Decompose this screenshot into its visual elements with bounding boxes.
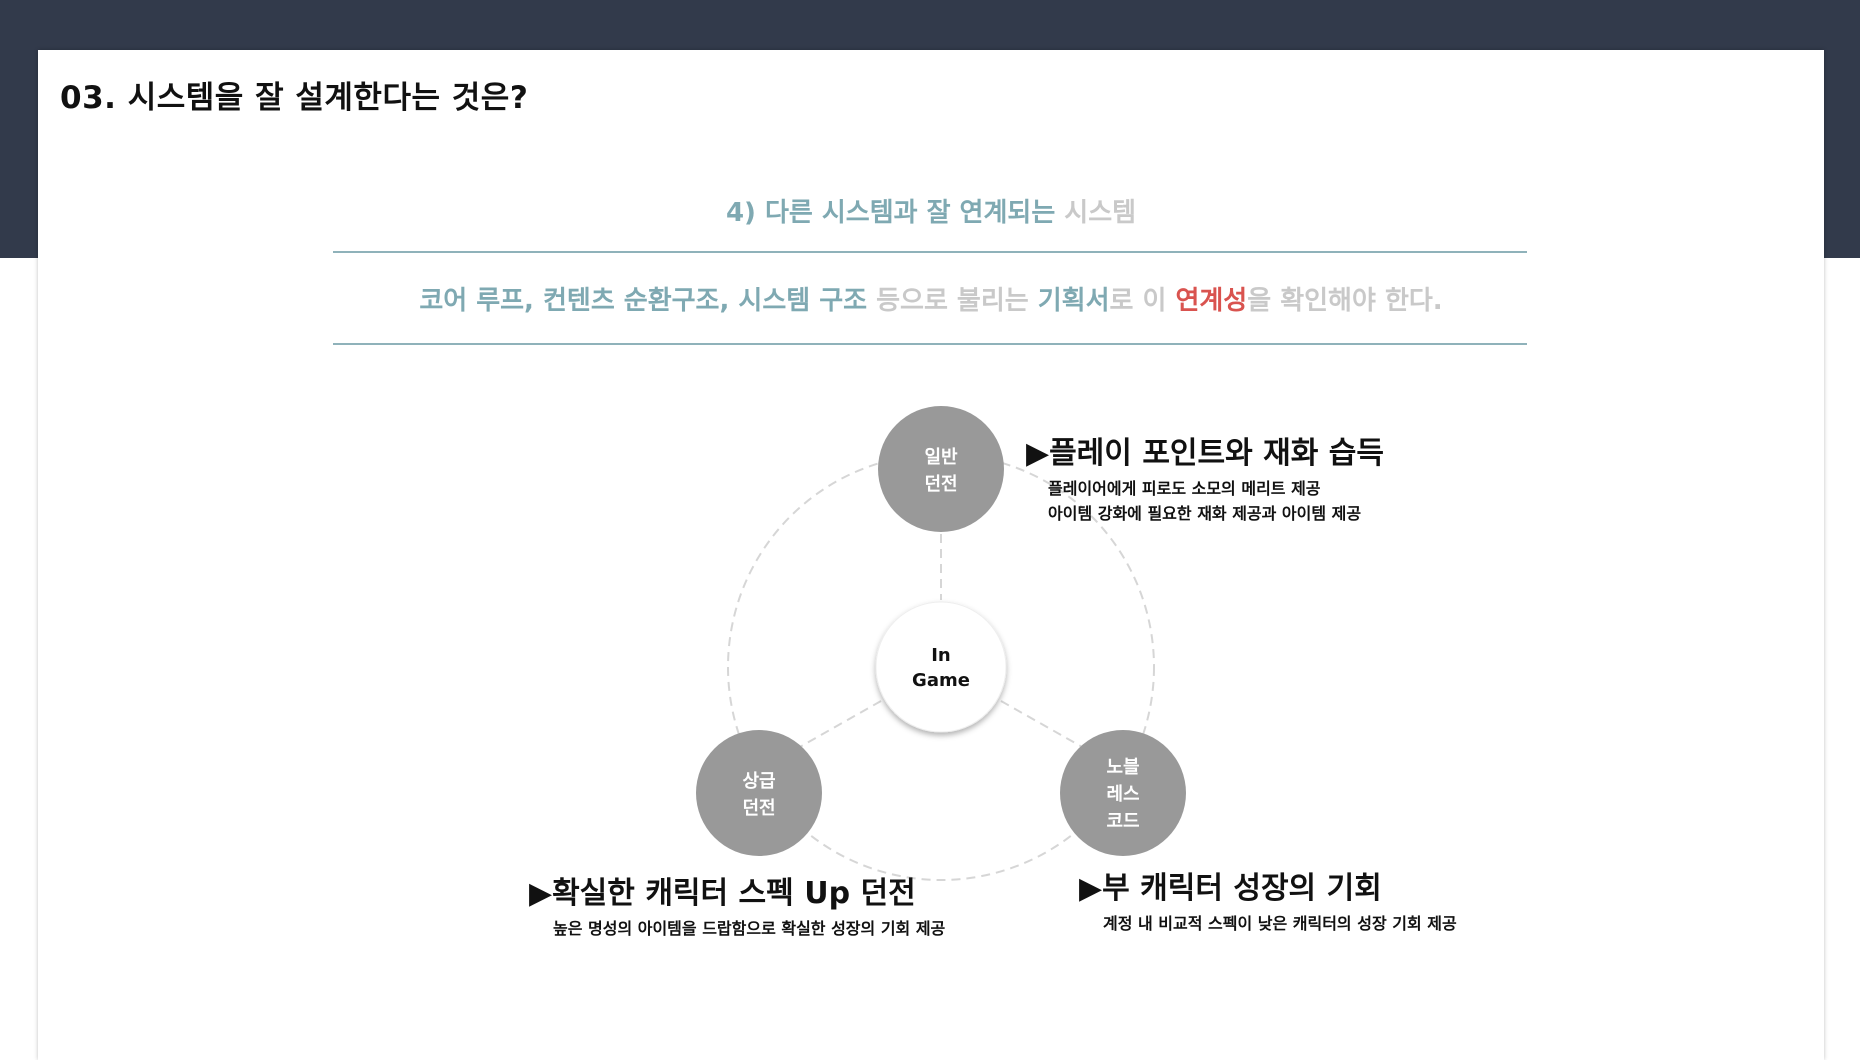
node-general-dungeon	[878, 406, 1004, 532]
callout-general-line-1: 플레이어에게 피로도 소모의 메리트 제공	[1048, 479, 1321, 498]
node-general-label-2: 던전	[924, 474, 957, 495]
node-premium-label-2: 던전	[742, 798, 775, 819]
callout-general-line-2: 아이템 강화에 필요한 재화 제공과 아이템 제공	[1048, 504, 1362, 523]
callout-noblesse-code: ▶부 캐릭터 성장의 기회 계정 내 비교적 스펙이 낮은 캐릭터의 성장 기회…	[1079, 863, 1457, 936]
node-noblesse-label-3: 코드	[1106, 811, 1139, 832]
node-in-game	[875, 601, 1007, 733]
callout-noblesse-line-1: 계정 내 비교적 스펙이 낮은 캐릭터의 성장 기회 제공	[1103, 914, 1457, 933]
center-label-1: In	[931, 645, 951, 666]
slide: 03. 시스템을 잘 설계한다는 것은? 4) 다른 시스템과 잘 연계되는 시…	[38, 50, 1824, 1060]
node-noblesse-label-1: 노블	[1106, 757, 1139, 778]
node-general-label-1: 일반	[924, 447, 958, 468]
callout-noblesse-heading: ▶부 캐릭터 성장의 기회	[1079, 871, 1382, 906]
connector-noblesse	[1000, 700, 1085, 749]
callout-general-dungeon: ▶플레이 포인트와 재화 습득 플레이어에게 피로도 소모의 메리트 제공 아이…	[1026, 428, 1384, 526]
node-noblesse-label-2: 레스	[1106, 784, 1139, 805]
center-label-2: Game	[912, 670, 970, 691]
connector-premium	[797, 700, 882, 749]
node-premium-dungeon	[696, 730, 822, 856]
node-premium-label-1: 상급	[742, 771, 775, 792]
callout-general-heading: ▶플레이 포인트와 재화 습득	[1026, 436, 1385, 471]
callout-premium-line-1: 높은 명성의 아이템을 드랍함으로 확실한 성장의 기회 제공	[553, 919, 946, 938]
callout-premium-heading: ▶확실한 캐릭터 스펙 Up 던전	[529, 876, 916, 911]
callout-premium-dungeon: ▶확실한 캐릭터 스펙 Up 던전 높은 명성의 아이템을 드랍함으로 확실한 …	[529, 868, 945, 941]
